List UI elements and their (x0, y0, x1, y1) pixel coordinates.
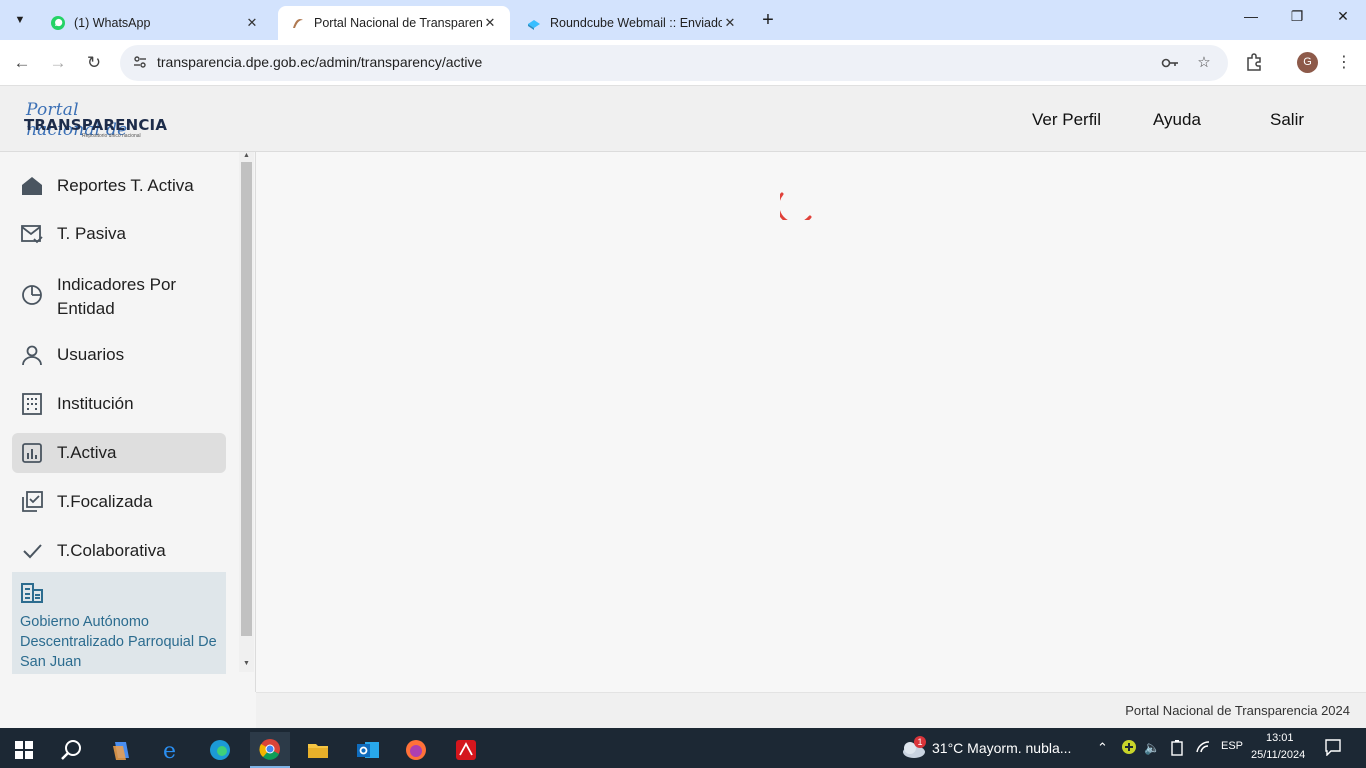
password-key-icon[interactable] (1160, 53, 1180, 73)
browser-tab-bar: ▼ (1) WhatsApp ✕ Portal Nacional de Tran… (0, 0, 1366, 40)
window-close-icon[interactable]: ✕ (1328, 8, 1358, 32)
weather-text[interactable]: 31°C Mayorm. nubla... (932, 740, 1071, 756)
sidebar-item-label: Usuarios (57, 345, 125, 364)
focus-check-icon (20, 490, 44, 514)
ayuda-link[interactable]: Ayuda (1153, 110, 1201, 130)
chrome-icon[interactable] (250, 732, 290, 768)
tab-portal[interactable]: Portal Nacional de Transparencia ✕ (278, 6, 510, 40)
logo-title-text: TRANSPARENCIA (24, 116, 168, 134)
file-explorer-icon[interactable] (298, 732, 338, 768)
sidebar-item-t-focalizada[interactable]: T.Focalizada (12, 482, 226, 522)
windows-start-icon[interactable] (4, 732, 44, 768)
home-icon (20, 174, 44, 198)
tab-roundcube[interactable]: Roundcube Webmail :: Enviados ✕ (514, 6, 750, 40)
edge-icon[interactable] (200, 732, 240, 768)
language-indicator[interactable]: ESP (1221, 740, 1243, 752)
notification-icon[interactable] (1324, 738, 1342, 759)
menu-kebab-icon[interactable]: ⋮ (1333, 52, 1355, 74)
acrobat-icon[interactable] (446, 732, 486, 768)
clock-icon (20, 283, 44, 307)
weather-badge: 1 (914, 736, 926, 748)
sidebar-item-usuarios[interactable]: Usuarios (12, 335, 226, 375)
salir-link[interactable]: Salir (1270, 110, 1304, 130)
bookmark-star-icon[interactable]: ☆ (1194, 53, 1214, 73)
whatsapp-icon (50, 15, 66, 31)
sidebar-item-label: Indicadores Por Entidad (57, 275, 177, 318)
footer-text: Portal Nacional de Transparencia 2024 (1125, 703, 1350, 718)
tab-close-icon[interactable]: ✕ (722, 15, 738, 31)
wifi-icon[interactable] (1195, 740, 1211, 757)
building-icon (20, 392, 44, 416)
mail-check-icon (20, 222, 44, 246)
chart-icon (20, 441, 44, 465)
volume-icon[interactable]: 🔈 (1144, 740, 1160, 756)
extensions-puzzle-icon[interactable] (1243, 52, 1265, 74)
sidebar-item-label: T. Pasiva (57, 224, 126, 243)
windows-taskbar: e 1 31°C Mayorm. nubla... ⌃ 🔈 ESP 13:01 … (0, 728, 1366, 768)
tab-close-icon[interactable]: ✕ (482, 15, 498, 31)
main-content (256, 152, 1366, 692)
sidebar-item-pasiva[interactable]: T. Pasiva (12, 214, 226, 254)
user-icon (20, 343, 44, 367)
scrollbar-thumb[interactable] (241, 162, 252, 636)
ver-perfil-link[interactable]: Ver Perfil (1032, 110, 1101, 130)
portal-logo[interactable]: Portal nacional de TRANSPARENCIA Reposit… (24, 100, 167, 140)
address-bar[interactable]: transparencia.dpe.gob.ec/admin/transpare… (120, 45, 1228, 81)
back-arrow-icon[interactable]: ← (10, 51, 34, 75)
tab-title: (1) WhatsApp (74, 16, 151, 30)
tab-title: Roundcube Webmail :: Enviados (550, 16, 722, 30)
sidebar-item-label: Reportes T. Activa (57, 176, 194, 195)
outlook-icon[interactable] (348, 732, 388, 768)
check-icon (20, 539, 44, 563)
portal-icon (290, 15, 306, 31)
sidebar-item-reportes[interactable]: Reportes T. Activa (12, 166, 226, 206)
clock-date[interactable]: 25/11/2024 (1251, 749, 1305, 761)
tab-whatsapp[interactable]: (1) WhatsApp ✕ (38, 6, 272, 40)
copilot-icon[interactable] (102, 732, 142, 768)
institution-name: Gobierno Autónomo Descentralizado Parroq… (20, 614, 217, 670)
reload-icon[interactable]: ↻ (82, 51, 106, 75)
site-settings-icon[interactable] (132, 54, 150, 72)
sidebar-item-label: T.Colaborativa (57, 541, 166, 560)
tray-app-icon[interactable] (1121, 739, 1137, 758)
clock-time[interactable]: 13:01 (1266, 732, 1294, 744)
tray-chevron-up-icon[interactable]: ⌃ (1097, 740, 1108, 756)
app-footer: Portal Nacional de Transparencia 2024 (256, 692, 1366, 728)
tab-title: Portal Nacional de Transparencia (314, 16, 482, 30)
internet-explorer-icon[interactable]: e (152, 732, 192, 768)
institution-building-icon (21, 582, 43, 604)
tab-search-chevron-icon[interactable]: ▼ (8, 8, 32, 32)
restore-icon[interactable]: ❐ (1282, 8, 1312, 32)
roundcube-icon (526, 15, 542, 31)
svg-text:e: e (163, 739, 176, 762)
institution-card: Gobierno Autónomo Descentralizado Parroq… (12, 572, 226, 674)
sidebar-item-t-activa[interactable]: T.Activa (12, 433, 226, 473)
new-tab-plus-icon[interactable]: + (758, 10, 778, 30)
sidebar-item-label: T.Activa (57, 443, 117, 462)
profile-avatar[interactable]: G (1297, 52, 1318, 73)
scroll-down-arrow-icon[interactable]: ▼ (242, 660, 251, 667)
logo-subtitle-text: Repositorio único nacional (82, 133, 141, 139)
sidebar-item-t-colaborativa[interactable]: T.Colaborativa (12, 531, 226, 571)
browser-toolbar: ← → ↻ transparencia.dpe.gob.ec/admin/tra… (0, 40, 1366, 86)
sidebar-scrollbar[interactable]: ▲ ▼ (239, 152, 254, 672)
battery-icon[interactable] (1170, 740, 1184, 759)
firefox-icon[interactable] (396, 732, 436, 768)
sidebar-item-institucion[interactable]: Institución (12, 384, 226, 424)
tab-close-icon[interactable]: ✕ (244, 15, 260, 31)
scroll-up-arrow-icon[interactable]: ▲ (242, 152, 251, 159)
minimize-icon[interactable]: — (1236, 8, 1266, 32)
sidebar-item-indicadores[interactable]: Indicadores Por Entidad (12, 264, 226, 324)
app-header: Portal nacional de TRANSPARENCIA Reposit… (0, 86, 1366, 152)
search-icon[interactable] (52, 732, 92, 768)
loading-spinner-icon (780, 192, 812, 220)
forward-arrow-icon[interactable]: → (46, 51, 70, 75)
sidebar-item-label: Institución (57, 394, 134, 413)
sidebar-item-label: T.Focalizada (57, 492, 153, 511)
url-text: transparencia.dpe.gob.ec/admin/transpare… (157, 54, 483, 70)
